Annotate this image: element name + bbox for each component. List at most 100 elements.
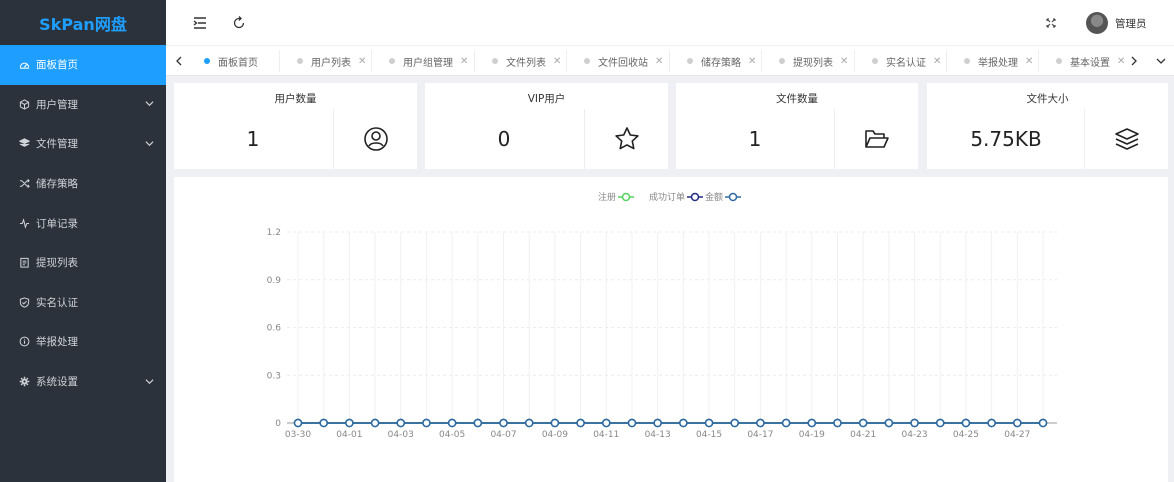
user-name[interactable]: 管理员 — [1115, 16, 1147, 31]
sidebar-item-orders[interactable]: 订单记录 — [0, 203, 166, 243]
tab-dot — [204, 58, 210, 64]
data-point — [473, 418, 483, 428]
tab-dot — [964, 58, 970, 64]
tab-divider — [371, 50, 372, 72]
y-tick-label: 0 — [275, 419, 281, 429]
close-icon[interactable]: ✕ — [358, 56, 366, 67]
data-point — [396, 418, 406, 428]
sidebar-item-settings[interactable]: 系统设置 — [0, 362, 166, 402]
tab-label: 用户组管理 — [403, 57, 453, 69]
tab-6[interactable]: 提现列表 ✕ — [779, 46, 848, 76]
tab-divider — [946, 50, 947, 72]
tab-5[interactable]: 储存策略 ✕ — [687, 46, 756, 76]
sidebar-item-report[interactable]: 举报处理 — [0, 322, 166, 362]
x-tick-label: 04-03 — [388, 430, 414, 440]
cube-icon — [17, 97, 31, 111]
tab-divider — [669, 50, 670, 72]
menu-fold-icon[interactable] — [193, 15, 207, 29]
tab-1[interactable]: 用户列表 ✕ — [297, 46, 366, 76]
x-tick-label: 03-30 — [285, 430, 311, 440]
chevron-down-icon — [145, 378, 154, 384]
tab-3[interactable]: 文件列表 ✕ — [492, 46, 561, 76]
tab-4[interactable]: 文件回收站 ✕ — [584, 46, 663, 76]
sidebar-item-dashboard[interactable]: 面板首页 — [0, 45, 166, 85]
tab-7[interactable]: 实名认证 ✕ — [872, 46, 941, 76]
close-icon[interactable]: ✕ — [655, 56, 663, 67]
data-point — [345, 418, 354, 428]
data-point — [756, 418, 765, 428]
tab-strip: 面板首页 用户列表 ✕ 用户组管理 ✕ 文件列表 ✕ 文件回收站 ✕ 储存策略 ✕ 提现列表 ✕ 实名认证… — [194, 46, 1124, 76]
refresh-icon[interactable] — [232, 15, 246, 29]
close-icon[interactable]: ✕ — [1025, 56, 1033, 67]
tab-2[interactable]: 用户组管理 ✕ — [389, 46, 468, 76]
data-point — [807, 418, 817, 428]
tab-9[interactable]: 基本设置 ✕ — [1056, 46, 1124, 76]
sidebar-item-users[interactable]: 用户管理 — [0, 85, 166, 125]
sidebar-item-verify[interactable]: 实名认证 — [0, 283, 166, 323]
stat-title: 用户数量 — [274, 93, 317, 105]
data-point — [293, 418, 303, 428]
tab-8[interactable]: 举报处理 ✕ — [964, 46, 1033, 76]
sidebar-nav: 面板首页用户管理文件管理储存策略订单记录提现列表实名认证 举报处理系统设置 — [0, 45, 166, 401]
tab-label: 实名认证 — [886, 57, 926, 69]
tab-label: 文件回收站 — [598, 57, 648, 69]
activity-icon — [17, 216, 31, 230]
data-point — [422, 418, 431, 428]
shuffle-icon — [17, 177, 31, 191]
data-point — [1013, 418, 1022, 428]
legend-marker — [690, 192, 700, 202]
close-icon[interactable]: ✕ — [460, 56, 468, 67]
fullscreen-icon[interactable] — [1044, 15, 1058, 29]
x-tick-label: 04-05 — [439, 430, 465, 440]
tab-dot — [492, 58, 498, 64]
stack-icon — [1084, 109, 1168, 169]
data-point — [961, 418, 971, 428]
chart-svg: 0 0.3 0.6 0.9 1.2 03-30 04-01 04-03 04-05 04-07 04… — [267, 191, 1057, 440]
avatar[interactable] — [1086, 12, 1108, 34]
sidebar-item-label: 储存策略 — [36, 178, 78, 191]
data-point — [679, 418, 688, 428]
tab-divider — [761, 50, 762, 72]
stat-card-users: 用户数量 1 — [174, 83, 417, 169]
stat-value: 1 — [246, 127, 260, 151]
data-point — [935, 418, 945, 428]
tab-menu-chevron-down-icon[interactable] — [1148, 46, 1174, 76]
tab-label: 用户列表 — [311, 57, 351, 69]
sidebar-item-label: 提现列表 — [36, 257, 78, 270]
sidebar-item-withdraw[interactable]: 提现列表 — [0, 243, 166, 283]
tab-label: 面板首页 — [218, 57, 258, 69]
data-point — [1038, 418, 1048, 428]
stat-value: 0 — [497, 127, 511, 151]
tab-divider — [279, 50, 280, 72]
close-icon[interactable]: ✕ — [748, 56, 756, 67]
legend-label[interactable]: 金额 — [705, 191, 723, 203]
tab-dot — [584, 58, 590, 64]
tab-0[interactable]: 面板首页 — [204, 46, 258, 76]
close-icon[interactable]: ✕ — [553, 56, 561, 67]
stat-card-file-size: 文件大小 5.75KB — [927, 83, 1168, 169]
x-tick-label: 04-15 — [696, 430, 722, 440]
tab-label: 基本设置 — [1070, 57, 1110, 69]
sidebar-item-label: 系统设置 — [36, 376, 78, 389]
x-tick-label: 04-25 — [953, 430, 979, 440]
clipboard-icon — [17, 256, 31, 270]
legend-label[interactable]: 注册 — [598, 191, 616, 203]
app-logo[interactable]: SkPan网盘 — [0, 0, 166, 45]
sidebar-item-label: 订单记录 — [36, 217, 78, 230]
data-point — [858, 418, 868, 428]
stat-title: 文件大小 — [1026, 93, 1069, 105]
close-icon[interactable]: ✕ — [933, 56, 941, 67]
sidebar-item-storage[interactable]: 储存策略 — [0, 164, 166, 204]
tab-scroll-left-icon[interactable] — [166, 46, 192, 76]
tab-dot — [779, 58, 785, 64]
y-tick-label: 0.6 — [267, 324, 282, 334]
x-tick-label: 04-27 — [1004, 430, 1030, 440]
tab-divider — [1038, 50, 1039, 72]
sidebar-item-files[interactable]: 文件管理 — [0, 124, 166, 164]
sidebar-item-label: 用户管理 — [36, 98, 78, 111]
data-point — [447, 418, 457, 428]
close-icon[interactable]: ✕ — [840, 56, 848, 67]
shield-icon — [17, 295, 31, 309]
tab-scroll-right-icon[interactable] — [1121, 46, 1147, 76]
legend-label[interactable]: 成功订单 — [649, 191, 685, 203]
